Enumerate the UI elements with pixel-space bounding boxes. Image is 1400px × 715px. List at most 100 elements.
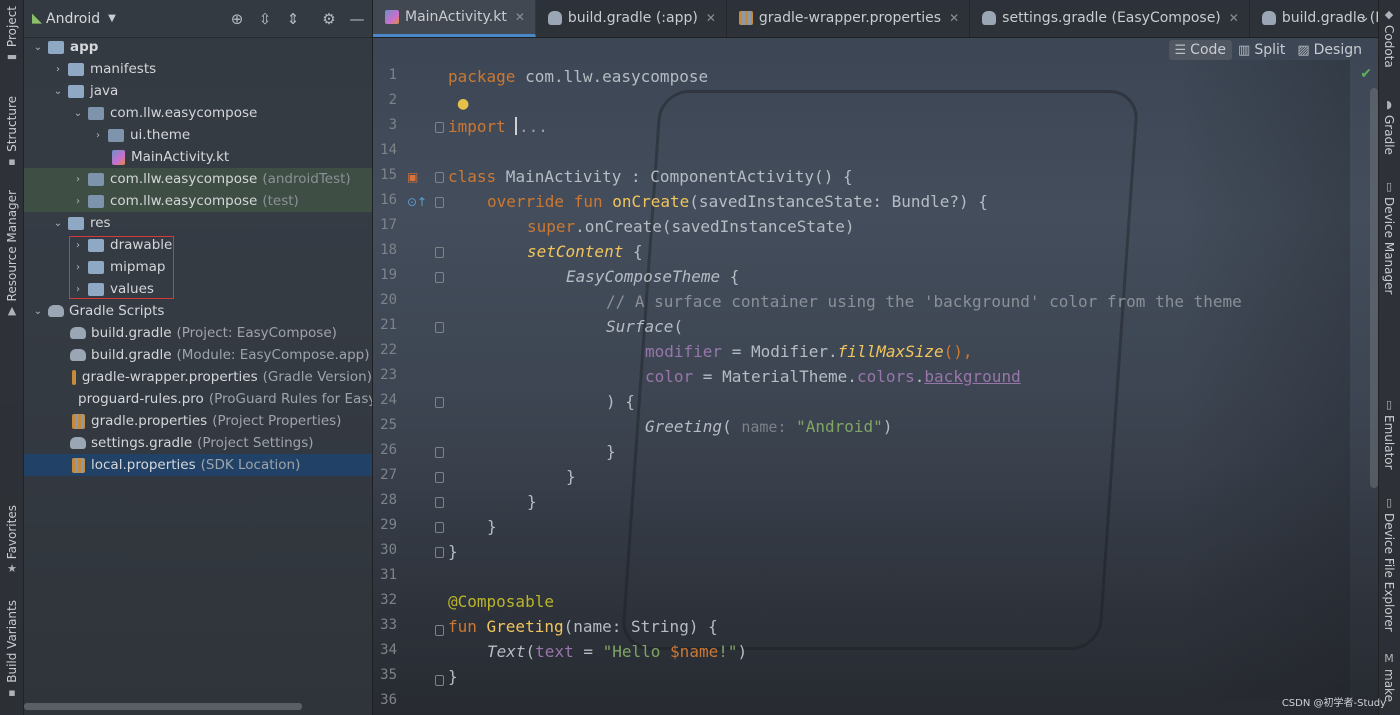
fold-marker-icon[interactable]	[435, 472, 444, 483]
tool-tab-build-variants[interactable]: Build Variants ▪	[0, 600, 24, 699]
close-icon[interactable]: ✕	[1229, 11, 1239, 25]
fold-marker-icon[interactable]	[435, 522, 444, 533]
tree-item-manifests[interactable]: › manifests	[24, 58, 372, 80]
vertical-scrollbar[interactable]	[1370, 88, 1378, 488]
code-token: }	[487, 517, 497, 536]
tree-item-res[interactable]: ⌄ res	[24, 212, 372, 234]
fold-marker-icon[interactable]	[435, 547, 444, 558]
folded-imports[interactable]: ...	[519, 117, 548, 136]
line-number: 19	[380, 267, 397, 283]
chevron-right-icon[interactable]: ›	[92, 130, 104, 141]
tree-item-build-gradle-module[interactable]: build.gradle (Module: EasyCompose.app)	[24, 344, 372, 366]
view-mode-design[interactable]: ▨ Design	[1291, 40, 1368, 60]
gear-icon[interactable]: ⚙	[320, 10, 338, 28]
tree-item-gradle-scripts[interactable]: ⌄ Gradle Scripts	[24, 300, 372, 322]
tree-item-build-gradle-project[interactable]: build.gradle (Project: EasyCompose)	[24, 322, 372, 344]
fold-marker-icon[interactable]	[435, 247, 444, 258]
tool-tab-resource-manager[interactable]: Resource Manager ▲	[0, 190, 24, 317]
collapse-all-icon[interactable]: ⇕	[284, 10, 302, 28]
tree-item-hint: (ProGuard Rules for EasyC	[208, 391, 372, 407]
code-line-21: Surface(	[606, 314, 683, 339]
left-tool-stripe: Project ▬ Structure ▪ Resource Manager ▲…	[0, 0, 24, 715]
tool-tab-gradle[interactable]: ◗ Gradle	[1378, 98, 1400, 155]
tree-item-gradle-wrapper[interactable]: gradle-wrapper.properties (Gradle Versio…	[24, 366, 372, 388]
lightbulb-icon[interactable]: ●	[457, 96, 469, 112]
tab-gradle-wrapper[interactable]: gradle-wrapper.properties ✕	[727, 0, 971, 37]
chevron-down-icon[interactable]: ⌄	[32, 42, 44, 53]
tree-item-settings-gradle[interactable]: settings.gradle (Project Settings)	[24, 432, 372, 454]
code-line-24: ) {	[606, 389, 635, 414]
tree-item-ui-theme[interactable]: › ui.theme	[24, 124, 372, 146]
fold-marker-icon[interactable]	[435, 122, 444, 133]
properties-file-icon	[72, 457, 85, 473]
tree-item-package-test[interactable]: › com.llw.easycompose (test)	[24, 190, 372, 212]
tool-tab-favorites[interactable]: Favorites ★	[0, 505, 24, 575]
tool-tab-project[interactable]: Project ▬	[0, 6, 24, 63]
tab-mainactivity[interactable]: MainActivity.kt ✕	[373, 0, 536, 37]
tree-item-java[interactable]: ⌄ java	[24, 80, 372, 102]
minimize-icon[interactable]: —	[348, 10, 366, 28]
code-line-18: setContent {	[527, 239, 643, 264]
chevron-down-icon[interactable]: ⌄	[72, 108, 84, 119]
tree-item-app[interactable]: ⌄ app	[24, 36, 372, 58]
fold-marker-icon[interactable]	[435, 675, 444, 686]
close-icon[interactable]: ✕	[949, 11, 959, 25]
resource-icon: ▲	[7, 304, 17, 318]
chevron-down-icon[interactable]: ⌄	[52, 86, 64, 97]
tree-item-package-main[interactable]: ⌄ com.llw.easycompose	[24, 102, 372, 124]
view-mode-split[interactable]: ▥ Split	[1232, 40, 1291, 60]
tree-item-package-androidtest[interactable]: › com.llw.easycompose (androidTest)	[24, 168, 372, 190]
tool-tab-structure[interactable]: Structure ▪	[0, 96, 24, 168]
code-token: = Modifier.	[722, 342, 838, 361]
close-icon[interactable]: ✕	[706, 11, 716, 25]
code-token: override fun	[487, 192, 613, 211]
fold-marker-icon[interactable]	[435, 272, 444, 283]
tree-item-proguard[interactable]: proguard-rules.pro (ProGuard Rules for E…	[24, 388, 372, 410]
code-line-34: Text(text = "Hello $name!")	[487, 639, 747, 664]
tool-tab-codota[interactable]: ◆ Codota	[1378, 8, 1400, 68]
code-token: super	[527, 217, 576, 236]
folder-icon	[68, 62, 84, 76]
tab-build-gradle-app[interactable]: build.gradle (:app) ✕	[536, 0, 727, 37]
code-token: Greeting	[645, 417, 723, 436]
chevron-down-icon[interactable]: ⌄	[1359, 10, 1370, 25]
code-token: modifier	[645, 342, 723, 361]
tree-item-local-properties[interactable]: local.properties (SDK Location)	[24, 454, 372, 476]
tool-tab-device-manager[interactable]: ▯ Device Manager	[1378, 180, 1400, 294]
code-token: Text	[487, 642, 526, 661]
code-view-icon: ☰	[1174, 42, 1187, 58]
code-token: }	[606, 442, 616, 461]
code-token: com.llw.easycompose	[515, 67, 709, 86]
fold-marker-icon[interactable]	[435, 625, 444, 636]
fold-marker-icon[interactable]	[435, 197, 444, 208]
chevron-down-icon[interactable]: ⌄	[32, 306, 44, 317]
chevron-right-icon[interactable]: ›	[72, 174, 84, 185]
tree-item-gradle-properties[interactable]: gradle.properties (Project Properties)	[24, 410, 372, 432]
tab-settings-gradle[interactable]: settings.gradle (EasyCompose) ✕	[970, 0, 1250, 37]
chevron-right-icon[interactable]: ›	[72, 196, 84, 207]
fold-marker-icon[interactable]	[435, 497, 444, 508]
tool-tab-emulator[interactable]: ▯ Emulator	[1378, 398, 1400, 470]
chevron-right-icon[interactable]: ›	[52, 64, 64, 75]
locate-icon[interactable]: ⊕	[228, 10, 246, 28]
project-view-selector[interactable]: Android	[46, 11, 100, 27]
star-icon: ★	[7, 562, 17, 576]
tree-item-mainactivity[interactable]: MainActivity.kt	[24, 146, 372, 168]
tool-tab-device-file-explorer[interactable]: ▯ Device File Explorer	[1378, 496, 1400, 632]
line-number: 24	[380, 392, 397, 408]
fold-marker-icon[interactable]	[435, 322, 444, 333]
close-icon[interactable]: ✕	[515, 10, 525, 24]
line-number: 23	[380, 367, 397, 383]
android-component-icon[interactable]: ▣	[407, 170, 418, 184]
expand-all-icon[interactable]: ⇳	[256, 10, 274, 28]
chevron-down-icon[interactable]: ⌄	[52, 218, 64, 229]
fold-marker-icon[interactable]	[435, 172, 444, 183]
override-icon[interactable]: ⊙↑	[407, 195, 427, 209]
tree-item-hint: (Project: EasyCompose)	[176, 325, 337, 341]
horizontal-scrollbar[interactable]	[24, 703, 302, 710]
chevron-down-icon[interactable]: ▼	[108, 13, 116, 24]
fold-marker-icon[interactable]	[435, 397, 444, 408]
view-mode-code[interactable]: ☰ Code	[1168, 40, 1233, 60]
fold-marker-icon[interactable]	[435, 447, 444, 458]
code-token: background	[924, 367, 1021, 386]
